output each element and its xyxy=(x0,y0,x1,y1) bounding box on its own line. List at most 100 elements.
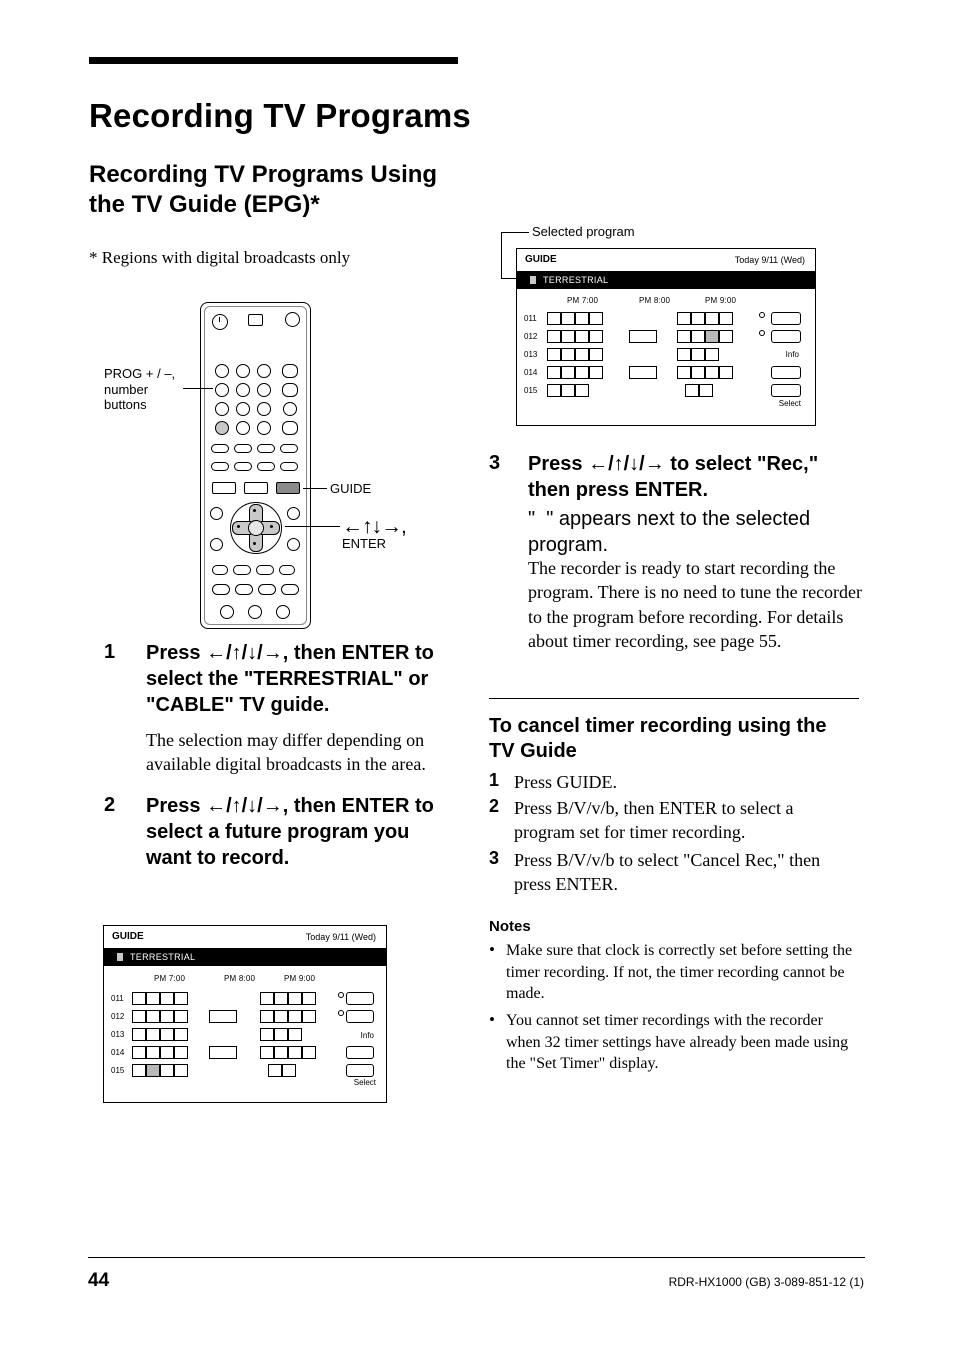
step-3-num: 3 xyxy=(489,451,514,475)
guide-time-1: PM 8:00 xyxy=(224,974,255,983)
num-6 xyxy=(257,383,271,397)
page-title: Recording TV Programs xyxy=(89,96,649,136)
guide-grid-bottom: GUIDE Today 9/11 (Wed) TERRESTRIAL PM 7:… xyxy=(103,925,387,1103)
guide-row-4: 015 xyxy=(111,1066,124,1075)
pb-2 xyxy=(233,565,251,575)
prog-minus xyxy=(282,383,298,397)
tv-icon xyxy=(248,314,263,326)
pb-6 xyxy=(235,584,253,595)
cancel-2-num: 2 xyxy=(489,796,499,818)
num-7 xyxy=(215,402,229,416)
small-3 xyxy=(257,444,275,453)
power-icon xyxy=(212,314,228,330)
num-0 xyxy=(236,421,250,435)
guide-date: Today 9/11 (Wed) xyxy=(306,932,376,942)
aux-right-3 xyxy=(283,402,297,416)
small-5 xyxy=(211,462,229,471)
pb-4 xyxy=(279,565,295,575)
section-heading: Recording TV Programs Using the TV Guide… xyxy=(89,160,459,220)
step-1-num: 1 xyxy=(104,640,129,664)
enter-button xyxy=(248,520,264,536)
round-2 xyxy=(248,605,262,619)
label-prog-number: PROG + / –, number buttons xyxy=(104,366,184,413)
header-rule xyxy=(89,57,458,64)
guide-cursor-cell-top xyxy=(705,330,719,343)
power-right-icon xyxy=(285,312,300,327)
footer-file: RDR-HX1000 (GB) 3-089-851-12 (1) xyxy=(669,1275,864,1289)
rect-mid xyxy=(244,482,268,494)
cancel-3: Press B/V/v/b to select "Cancel Rec," th… xyxy=(514,848,854,897)
guide-top-caption: Selected program xyxy=(532,224,635,239)
step-2-text: Press ←/↑/↓/→, then ENTER to select a fu… xyxy=(146,793,436,871)
prog-plus xyxy=(282,364,298,378)
leader-arrows xyxy=(285,526,340,527)
pb-7 xyxy=(258,584,276,595)
guide-tab: TERRESTRIAL xyxy=(130,952,195,962)
guide-time-0: PM 7:00 xyxy=(154,974,185,983)
small-7 xyxy=(257,462,275,471)
small-4 xyxy=(280,444,298,453)
round-3 xyxy=(276,605,290,619)
guide-cursor-cell xyxy=(146,1064,160,1077)
step-1-extra: The selection may differ depending on av… xyxy=(146,728,436,777)
small-6 xyxy=(234,462,252,471)
footer-rule xyxy=(88,1257,865,1258)
note-1: Make sure that clock is correctly set be… xyxy=(506,940,856,1005)
guide-button xyxy=(276,482,300,494)
cancel-2: Press B/V/v/b, then ENTER to select a pr… xyxy=(514,796,854,845)
pb-3 xyxy=(256,565,274,575)
pb-5 xyxy=(212,584,230,595)
num-5 xyxy=(236,383,250,397)
leader-prog xyxy=(183,388,213,389)
guide-title-2: GUIDE xyxy=(525,254,557,265)
guide-grid-top: GUIDE Today 9/11 (Wed) TERRESTRIAL PM 7:… xyxy=(516,248,816,426)
footer-page: 44 xyxy=(88,1270,109,1292)
num-9 xyxy=(257,402,271,416)
cancel-heading: To cancel timer recording using the TV G… xyxy=(489,714,849,764)
small-8 xyxy=(280,462,298,471)
notes-heading: Notes xyxy=(489,918,531,936)
guide-row-2: 013 xyxy=(111,1030,124,1039)
step-3-body: The recorder is ready to start recording… xyxy=(528,556,868,653)
asterisk-note: * Regions with digital broadcasts only xyxy=(89,248,449,268)
num-4 xyxy=(215,383,229,397)
guide-row-1: 012 xyxy=(111,1012,124,1021)
num-1 xyxy=(215,364,229,378)
step-3-text-b: " " appears next to the selected program… xyxy=(528,506,858,558)
step-1-text: Press ←/↑/↓/→, then ENTER to select the … xyxy=(146,640,436,718)
num-3 xyxy=(257,364,271,378)
guide-info-label: Info xyxy=(361,1031,374,1040)
guide-row-3: 014 xyxy=(111,1048,124,1057)
dpad-corner-bl xyxy=(210,538,223,551)
label-enter: ENTER xyxy=(342,536,386,552)
num-star xyxy=(215,421,229,435)
cancel-3-num: 3 xyxy=(489,848,499,870)
note-2: You cannot set timer recordings with the… xyxy=(506,1010,856,1075)
leader-guide xyxy=(303,488,327,489)
small-1 xyxy=(211,444,229,453)
remote-illustration xyxy=(200,302,311,629)
rule-cancel xyxy=(489,698,859,699)
label-guide: GUIDE xyxy=(330,481,371,497)
step-3-text: Press ←/↑/↓/→ to select "Rec," then pres… xyxy=(528,451,858,503)
aux-right-4 xyxy=(282,421,298,435)
guide-select-label: Select xyxy=(354,1078,376,1087)
rect-left xyxy=(212,482,236,494)
pb-1 xyxy=(212,565,228,575)
num-2 xyxy=(236,364,250,378)
dpad-corner-br xyxy=(287,538,300,551)
num-8 xyxy=(236,402,250,416)
cancel-1: Press GUIDE. xyxy=(514,770,854,794)
guide-time-2: PM 9:00 xyxy=(284,974,315,983)
guide-date-2: Today 9/11 (Wed) xyxy=(735,255,805,265)
round-1 xyxy=(220,605,234,619)
num-hash xyxy=(257,421,271,435)
cancel-1-num: 1 xyxy=(489,770,499,792)
guide-title: GUIDE xyxy=(112,931,144,942)
step-2-num: 2 xyxy=(104,793,129,817)
pb-8 xyxy=(281,584,299,595)
guide-row-0: 011 xyxy=(111,994,124,1003)
small-2 xyxy=(234,444,252,453)
dpad-corner-tr xyxy=(287,507,300,520)
dpad-corner-tl xyxy=(210,507,223,520)
